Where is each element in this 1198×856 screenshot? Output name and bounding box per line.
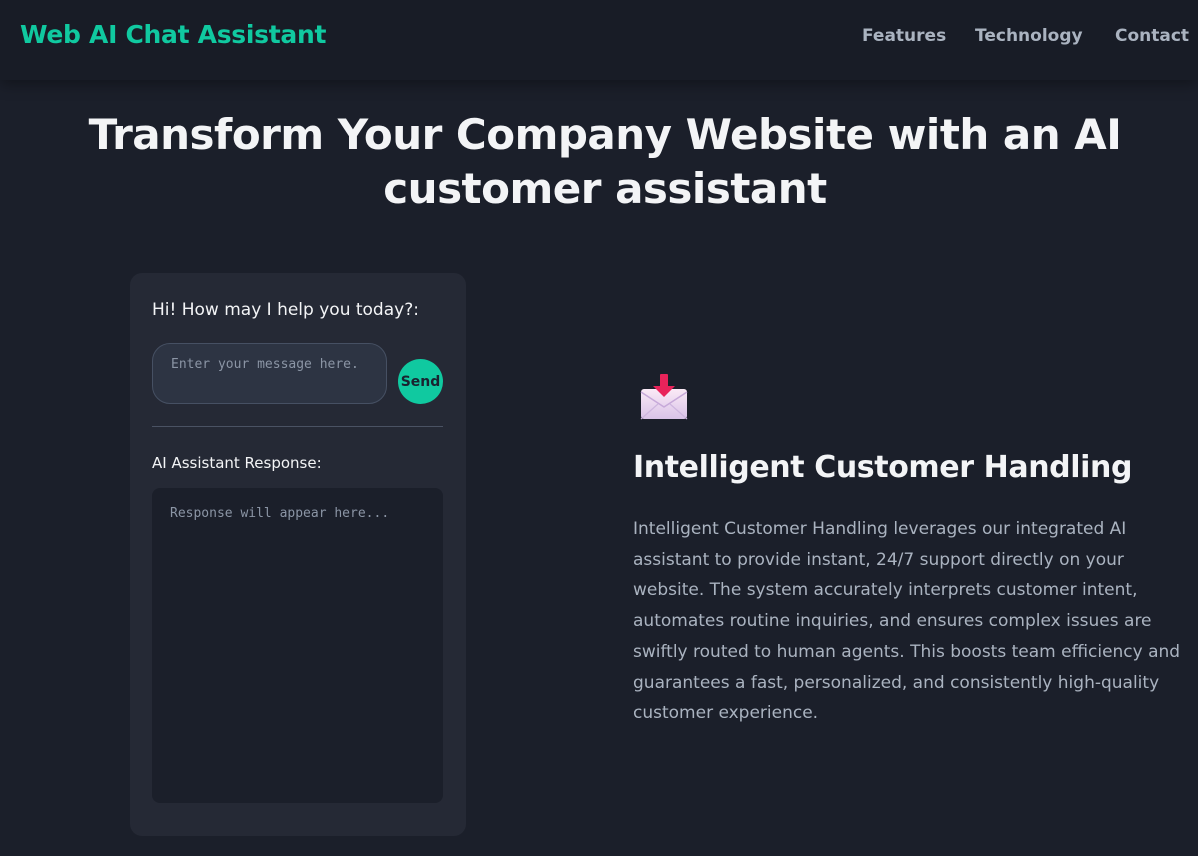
response-output[interactable]	[152, 488, 443, 803]
top-navbar: Web AI Chat Assistant Features Technolog…	[0, 0, 1198, 80]
nav-link-technology[interactable]: Technology	[975, 26, 1083, 46]
send-button[interactable]: Send	[398, 359, 443, 404]
nav-link-features[interactable]: Features	[862, 26, 946, 46]
feature-title: Intelligent Customer Handling	[633, 450, 1133, 485]
hero-title: Transform Your Company Website with an A…	[88, 110, 1122, 213]
chat-divider	[152, 426, 443, 427]
chat-greeting: Hi! How may I help you today?:	[152, 300, 419, 320]
response-label: AI Assistant Response:	[152, 454, 322, 472]
feature-description: Intelligent Customer Handling leverages …	[633, 519, 1181, 724]
envelope-download-icon	[638, 372, 690, 422]
chat-widget: Hi! How may I help you today?: Send AI A…	[130, 273, 466, 836]
brand-logo[interactable]: Web AI Chat Assistant	[20, 20, 326, 49]
nav-link-contact[interactable]: Contact	[1115, 26, 1189, 46]
message-input[interactable]	[152, 343, 387, 404]
